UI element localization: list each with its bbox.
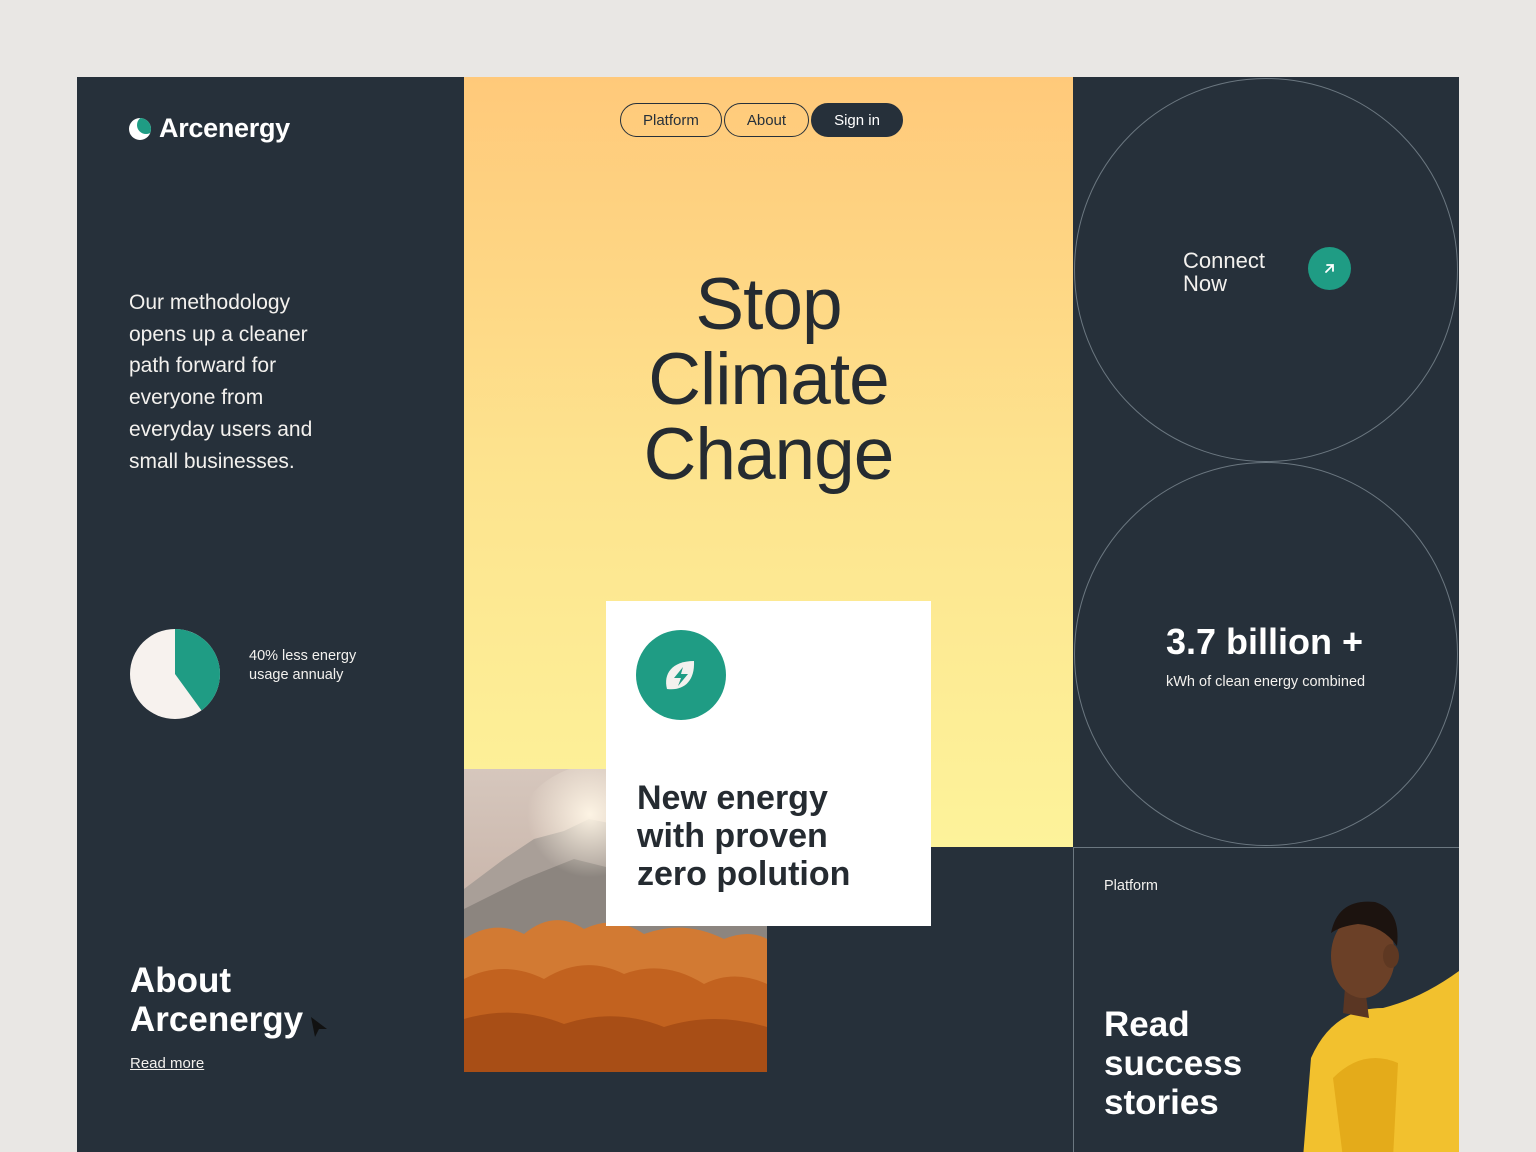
nav-about[interactable]: About xyxy=(723,103,810,137)
connect-circle xyxy=(1074,78,1458,462)
stories-line: Read xyxy=(1104,1005,1190,1044)
arrow-up-right-icon xyxy=(1325,264,1334,273)
page-frame: Arcenergy Our methodology opens up a cle… xyxy=(77,77,1459,1152)
zero-pollution-card[interactable]: New energy with proven zero polution xyxy=(606,601,931,926)
hero-title: Stop Climate Change xyxy=(464,267,1073,492)
stat-label: kWh of clean energy combined xyxy=(1166,674,1366,690)
connect-label[interactable]: Connect Now xyxy=(1183,249,1265,295)
platform-label: Platform xyxy=(1104,878,1158,894)
logo-mark-icon xyxy=(129,117,151,140)
person-photo xyxy=(1303,901,1459,1152)
connect-line: Now xyxy=(1183,271,1228,296)
hero-title-line: Climate xyxy=(648,339,889,420)
methodology-text: Our methodology opens up a cleaner path … xyxy=(129,291,313,473)
about-title: About Arcenergy xyxy=(130,961,304,1039)
card-text-line: with proven xyxy=(637,817,828,855)
hero-title-line: Stop xyxy=(695,264,842,345)
stories-line: stories xyxy=(1104,1083,1219,1122)
stat-value: 3.7 billion + xyxy=(1166,621,1364,662)
card-text-line: zero polution xyxy=(637,855,851,893)
connect-button[interactable] xyxy=(1308,247,1351,290)
logo-text: Arcenergy xyxy=(159,113,290,143)
hero-title-line: Change xyxy=(643,414,895,495)
success-stories-title: Read success stories xyxy=(1104,1005,1304,1122)
sign-in-button[interactable]: Sign in xyxy=(811,103,903,137)
platform-section[interactable]: Platform Read success stories xyxy=(1073,847,1459,1152)
pie-note: 40% less energy usage annualy xyxy=(249,648,357,683)
cursor-icon xyxy=(311,1017,327,1037)
top-nav: Platform About Sign in xyxy=(620,103,903,137)
stories-line: success xyxy=(1104,1044,1243,1083)
card-text-line: New energy xyxy=(637,779,828,817)
logo[interactable]: Arcenergy xyxy=(129,113,290,144)
leaf-bolt-icon xyxy=(636,630,726,720)
nav-platform[interactable]: Platform xyxy=(620,103,722,137)
energy-pie-chart xyxy=(129,628,221,720)
read-more-link[interactable]: Read more xyxy=(130,1055,204,1072)
card-text: New energy with proven zero polution xyxy=(637,779,850,893)
connect-line: Connect xyxy=(1183,248,1265,273)
